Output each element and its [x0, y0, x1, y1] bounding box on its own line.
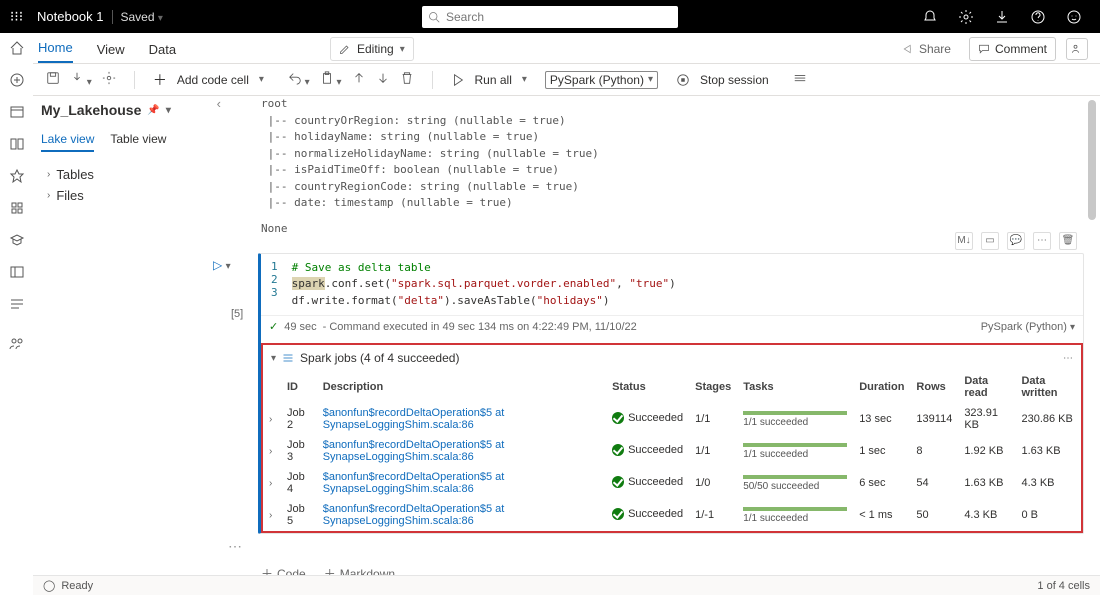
- add-code-button[interactable]: ＋ Code: [261, 565, 306, 575]
- spark-icon: [282, 352, 294, 364]
- apps-icon[interactable]: [8, 167, 26, 185]
- expand-row-icon[interactable]: ›: [269, 510, 272, 521]
- scrollbar[interactable]: [1088, 100, 1096, 220]
- lakehouse-dropdown-icon[interactable]: ▾: [166, 105, 171, 116]
- spark-header-label: Spark jobs (4 of 4 succeeded): [300, 351, 459, 365]
- delete-icon[interactable]: [400, 71, 414, 88]
- cell-language-label[interactable]: PySpark (Python) ▾: [981, 321, 1075, 333]
- workspace-icon[interactable]: [8, 263, 26, 281]
- line-numbers: 123: [261, 254, 288, 316]
- notebook-title[interactable]: Notebook 1: [37, 9, 104, 24]
- deploy-icon[interactable]: [8, 199, 26, 217]
- download-icon[interactable]: [994, 9, 1010, 25]
- editing-mode-button[interactable]: Editing▾: [330, 37, 414, 61]
- comment-button[interactable]: Comment: [969, 37, 1056, 61]
- run-all-button[interactable]: Run all▾: [445, 73, 533, 87]
- add-markdown-button[interactable]: ＋ Markdown: [324, 565, 395, 575]
- feedback-icon[interactable]: [1066, 9, 1082, 25]
- share-people-button[interactable]: [1066, 38, 1088, 60]
- undo-icon[interactable]: ▾: [288, 71, 310, 88]
- settings-icon[interactable]: [958, 9, 974, 25]
- execution-count: [5]: [231, 308, 243, 320]
- spark-job-row[interactable]: ›Job 2$anonfun$recordDeltaOperation$5 at…: [263, 403, 1081, 435]
- tree-node-tables[interactable]: ›Tables: [41, 164, 195, 185]
- success-icon: ✓: [269, 320, 278, 333]
- tab-tableview[interactable]: Table view: [110, 132, 166, 152]
- move-up-icon[interactable]: [352, 71, 366, 88]
- code-cell[interactable]: M↓ ▭ 💬 ⋯ 🗑 123 # Save as delta table spa…: [258, 253, 1084, 535]
- share-icon: [902, 43, 914, 55]
- add-code-cell-button[interactable]: ＋Add code cell▾: [147, 70, 270, 90]
- tab-view[interactable]: View: [97, 42, 125, 63]
- pin-icon[interactable]: 📌: [147, 105, 159, 116]
- schema-output: root |-- countryOrRegion: string (nullab…: [261, 96, 1084, 212]
- spark-job-row[interactable]: ›Job 4$anonfun$recordDeltaOperation$5 at…: [263, 467, 1081, 499]
- notifications-icon[interactable]: [922, 9, 938, 25]
- cell-handle-icon[interactable]: ⋯: [228, 538, 1084, 555]
- expand-row-icon[interactable]: ›: [269, 478, 272, 489]
- share-button[interactable]: Share: [894, 37, 959, 61]
- search-input[interactable]: Search: [422, 6, 678, 28]
- home-icon[interactable]: [8, 39, 26, 57]
- browse-icon[interactable]: [8, 103, 26, 121]
- help-icon[interactable]: [1030, 9, 1046, 25]
- spark-collapse-icon[interactable]: ▾: [271, 353, 276, 364]
- tab-data[interactable]: Data: [149, 42, 176, 63]
- language-selector[interactable]: PySpark (Python)▾: [545, 71, 658, 89]
- cell-comment-icon[interactable]: 💬: [1007, 232, 1025, 250]
- tab-lakeview[interactable]: Lake view: [41, 132, 94, 152]
- search-icon: [428, 11, 440, 23]
- explorer-sidebar: My_Lakehouse 📌 ▾ ‹ Lake view Table view …: [33, 96, 203, 212]
- search-placeholder: Search: [446, 10, 484, 24]
- markdown-toggle-icon[interactable]: M↓: [955, 232, 973, 250]
- stop-session-button[interactable]: Stop session: [670, 73, 775, 87]
- tab-home[interactable]: Home: [38, 40, 73, 63]
- spark-job-row[interactable]: ›Job 3$anonfun$recordDeltaOperation$5 at…: [263, 435, 1081, 467]
- move-down-icon[interactable]: [376, 71, 390, 88]
- code-content[interactable]: # Save as delta table spark.conf.set("sp…: [288, 254, 680, 316]
- status-ready-label: Ready: [61, 580, 93, 592]
- save-icon[interactable]: [46, 71, 60, 88]
- lakehouse-title[interactable]: My_Lakehouse: [41, 102, 141, 118]
- ribbon: Home View Data Editing▾ Share Comment: [0, 33, 1100, 64]
- variables-icon[interactable]: [793, 71, 807, 88]
- status-bar: ◯ Ready 1 of 4 cells: [33, 575, 1100, 595]
- expand-row-icon[interactable]: ›: [269, 446, 272, 457]
- onelake-icon[interactable]: [8, 135, 26, 153]
- cell-status-bar: ✓ 49 sec - Command executed in 49 sec 13…: [261, 315, 1083, 337]
- play-icon: [451, 73, 465, 87]
- recent-icon[interactable]: [8, 295, 26, 313]
- settings-gear-icon[interactable]: [102, 71, 116, 88]
- notebook-canvas: root |-- countryOrRegion: string (nullab…: [203, 96, 1084, 575]
- create-icon[interactable]: [8, 71, 26, 89]
- spark-job-row[interactable]: ›Job 5$anonfun$recordDeltaOperation$5 at…: [263, 499, 1081, 531]
- spark-jobs-panel: ▾ Spark jobs (4 of 4 succeeded) ⋯ ID Des…: [261, 343, 1083, 533]
- stop-icon: [676, 73, 690, 87]
- spark-more-icon[interactable]: ⋯: [1063, 353, 1073, 364]
- tree-node-files[interactable]: ›Files: [41, 185, 195, 206]
- status-ready-icon: ◯: [43, 579, 55, 592]
- left-icon-rail: [0, 33, 33, 595]
- run-cell-dropdown-icon[interactable]: ▾: [226, 261, 231, 272]
- cell-more-icon[interactable]: ⋯: [1033, 232, 1051, 250]
- cell-delete-icon[interactable]: 🗑: [1059, 232, 1077, 250]
- top-bar: ⁝⁝⁝ Notebook 1 Saved ▾ Search: [0, 0, 1100, 33]
- comment-icon: [978, 43, 990, 55]
- people-rail-icon[interactable]: [8, 335, 26, 353]
- cell-count-label: 1 of 4 cells: [1037, 580, 1090, 592]
- notebook-toolbar: ▾ ＋Add code cell▾ ▾ ▾ Run all▾ PySpark (…: [0, 64, 1100, 96]
- cell-output-icon[interactable]: ▭: [981, 232, 999, 250]
- pencil-icon: [339, 43, 351, 55]
- app-launcher-icon[interactable]: ⁝⁝⁝: [0, 8, 33, 25]
- export-icon[interactable]: ▾: [70, 71, 92, 88]
- run-cell-icon[interactable]: ▷: [213, 258, 222, 272]
- people-icon: [1071, 43, 1083, 55]
- learn-icon[interactable]: [8, 231, 26, 249]
- expand-row-icon[interactable]: ›: [269, 414, 272, 425]
- paste-icon[interactable]: ▾: [320, 71, 342, 88]
- save-status: Saved ▾: [112, 10, 163, 24]
- spark-jobs-table: ID Description Status Stages Tasks Durat…: [263, 371, 1081, 531]
